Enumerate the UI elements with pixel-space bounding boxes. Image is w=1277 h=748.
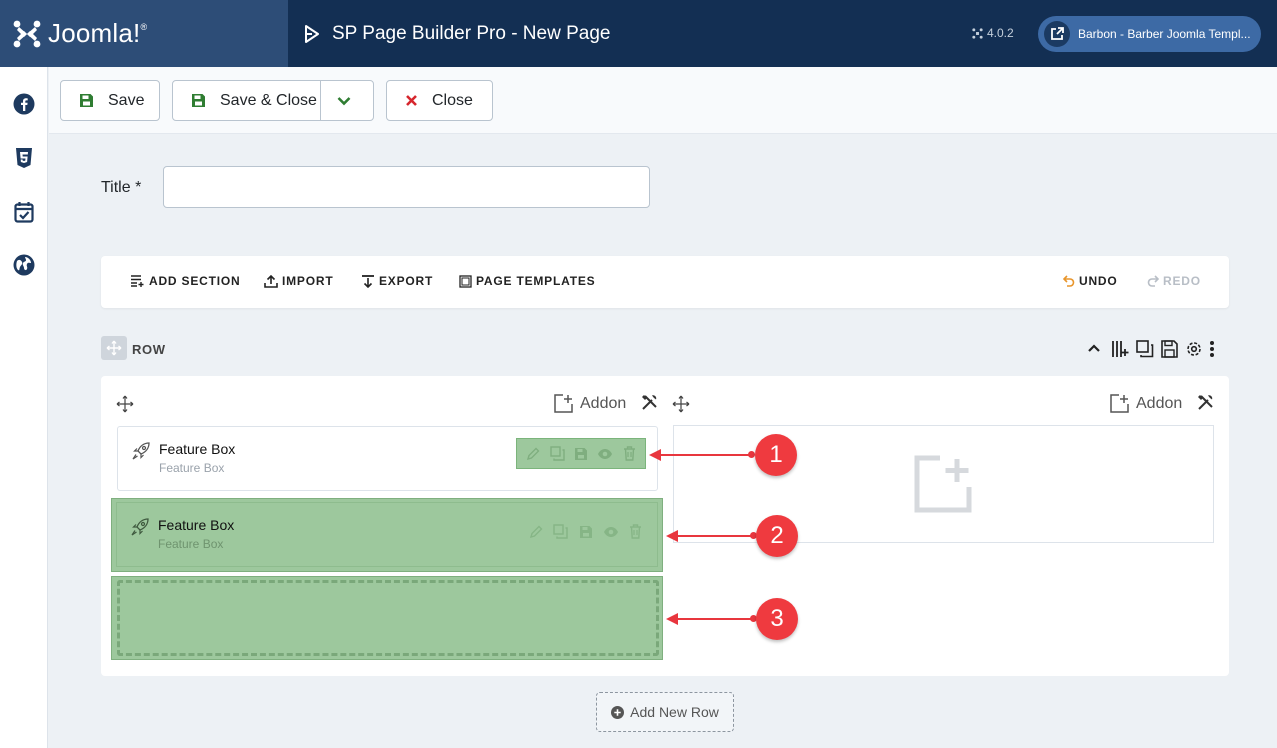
duplicate-icon[interactable]	[551, 522, 570, 541]
action-toolbar: Save Save & Close Close	[49, 67, 1277, 134]
trash-icon[interactable]	[620, 444, 638, 463]
callout-badge-3: 3	[756, 598, 798, 640]
facebook-icon[interactable]	[12, 92, 36, 116]
save-icon[interactable]	[572, 444, 590, 463]
template-icon	[459, 274, 472, 288]
add-section-icon	[131, 275, 144, 287]
save-button[interactable]: Save	[60, 80, 160, 121]
brand-name: Joomla!®	[48, 18, 148, 48]
upload-icon	[264, 274, 278, 288]
save-icon[interactable]	[576, 522, 595, 541]
row-label: ROW	[132, 342, 166, 357]
page-title: SP Page Builder Pro - New Page	[304, 23, 610, 45]
css3-icon[interactable]	[12, 146, 36, 170]
callout-dot	[748, 451, 755, 458]
add-addon-button-col1[interactable]: Addon	[554, 394, 626, 413]
rocket-icon	[132, 442, 150, 460]
joomla-small-icon	[972, 27, 983, 39]
addon-subtitle: Feature Box	[158, 537, 224, 551]
duplicate-icon[interactable]	[1136, 340, 1154, 358]
pencil-icon[interactable]	[524, 444, 542, 463]
close-button[interactable]: Close	[386, 80, 493, 121]
external-link-icon	[1044, 21, 1070, 47]
trash-icon[interactable]	[626, 522, 645, 541]
add-addon-icon	[554, 394, 573, 413]
add-addon-icon	[1110, 394, 1129, 413]
undo-button[interactable]: UNDO	[1063, 274, 1118, 288]
title-label: Title *	[101, 179, 142, 196]
close-icon	[405, 94, 418, 107]
column-settings-icon[interactable]	[1197, 394, 1214, 411]
callout-line	[677, 618, 754, 620]
addon-card[interactable]: Feature Box Feature Box	[116, 502, 658, 567]
callout-badge-1: 1	[755, 434, 797, 476]
add-column-icon[interactable]	[1111, 340, 1129, 358]
drop-placeholder[interactable]	[117, 580, 659, 656]
sidebar	[0, 67, 48, 748]
addon-title: Feature Box	[158, 517, 235, 533]
plus-circle-icon	[611, 705, 625, 719]
eye-icon[interactable]	[601, 522, 620, 541]
view-site-button[interactable]: Barbon - Barber Joomla Templ...	[1038, 16, 1261, 52]
undo-icon	[1063, 275, 1075, 287]
save-options-dropdown[interactable]	[320, 81, 366, 120]
more-vertical-icon[interactable]	[1209, 340, 1215, 358]
rocket-icon	[131, 518, 149, 536]
builder-toolbar: ADD SECTION IMPORT EXPORT PAGE TEMPLATES…	[101, 256, 1229, 308]
export-button[interactable]: EXPORT	[361, 274, 433, 288]
callout-badge-2: 2	[756, 515, 798, 557]
addon-tools	[519, 522, 652, 541]
chevron-down-icon	[337, 96, 350, 105]
globe-icon[interactable]	[12, 253, 36, 277]
chevron-up-icon[interactable]	[1087, 340, 1101, 356]
save-close-button[interactable]: Save & Close	[172, 80, 374, 121]
add-section-button[interactable]: ADD SECTION	[131, 274, 240, 288]
eye-icon[interactable]	[596, 444, 614, 463]
floppy-disk-icon	[191, 93, 206, 108]
add-addon-large-icon[interactable]	[914, 455, 972, 513]
addon-tools-highlighted	[516, 438, 646, 469]
top-bar: Joomla!® SP Page Builder Pro - New Page …	[0, 0, 1277, 67]
duplicate-icon[interactable]	[548, 444, 566, 463]
save-icon[interactable]	[1161, 340, 1178, 358]
addon-title: Feature Box	[159, 441, 236, 457]
page-templates-button[interactable]: PAGE TEMPLATES	[459, 274, 595, 288]
callout-line	[660, 454, 752, 456]
callout-line	[677, 535, 754, 537]
column-settings-icon[interactable]	[641, 394, 658, 411]
import-button[interactable]: IMPORT	[264, 274, 333, 288]
floppy-disk-icon	[79, 93, 94, 108]
column-move-icon[interactable]	[672, 395, 690, 413]
download-icon	[362, 274, 374, 288]
move-icon	[106, 340, 122, 356]
title-input[interactable]	[163, 166, 650, 208]
add-new-row-button[interactable]: Add New Row	[596, 692, 734, 732]
calendar-check-icon[interactable]	[12, 200, 36, 224]
pencil-icon[interactable]	[526, 522, 545, 541]
addon-subtitle: Feature Box	[159, 461, 225, 475]
add-addon-button-col2[interactable]: Addon	[1110, 394, 1182, 413]
joomla-logo-icon	[13, 20, 41, 47]
redo-button[interactable]: REDO	[1147, 274, 1201, 288]
column-move-icon[interactable]	[116, 395, 134, 413]
sp-page-builder-icon	[305, 24, 319, 43]
gear-icon[interactable]	[1185, 340, 1203, 358]
redo-icon	[1147, 275, 1159, 287]
brand[interactable]: Joomla!®	[0, 0, 288, 67]
row-drag-handle[interactable]	[101, 336, 127, 360]
version-label: 4.0.2	[972, 26, 1014, 40]
row-tools	[1087, 340, 1215, 358]
